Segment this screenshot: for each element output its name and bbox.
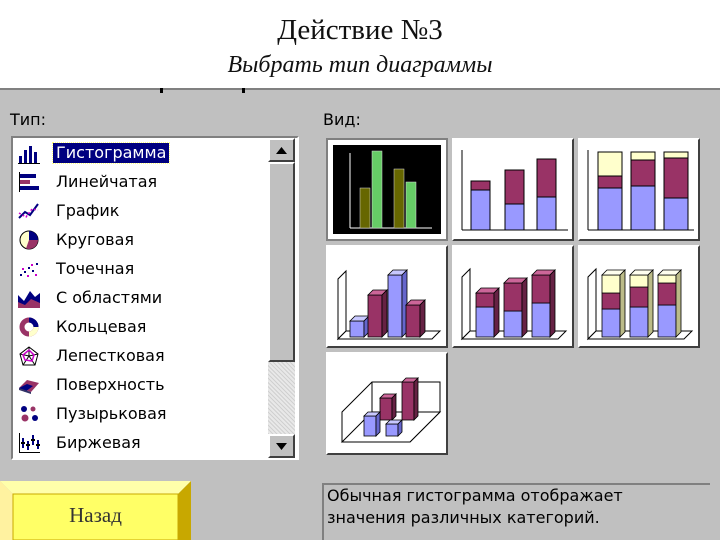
3d-stacked-column-thumbnail: [460, 267, 568, 341]
stacked-column-thumbnail: [461, 150, 568, 231]
pie-chart-icon: [15, 228, 43, 252]
list-item-label: Поверхность: [56, 374, 165, 394]
list-item-label: Биржевая: [56, 432, 141, 452]
list-item-pie[interactable]: Круговая: [13, 225, 269, 254]
list-item-doughnut[interactable]: Кольцевая: [13, 312, 269, 341]
chart-type-listbox[interactable]: Гистограмма Линейчатая График Круговая Т…: [11, 136, 299, 460]
subtype-stacked-column[interactable]: [452, 138, 574, 241]
list-item-histogram[interactable]: Гистограмма: [13, 138, 269, 167]
list-item-label: Кольцевая: [56, 316, 147, 336]
subtype-3d-stacked-column[interactable]: [452, 245, 574, 348]
scatter-chart-icon: [15, 257, 43, 281]
subtype-3d-column[interactable]: [326, 352, 448, 455]
list-item-label: Точечная: [56, 258, 135, 278]
list-item-label: Лепестковая: [56, 345, 165, 365]
list-item-bar[interactable]: Линейчатая: [13, 167, 269, 196]
3d-column-thumbnail: [340, 377, 442, 443]
back-button[interactable]: Назад: [0, 481, 191, 540]
list-item-surface[interactable]: Поверхность: [13, 370, 269, 399]
area-chart-icon: [15, 286, 43, 310]
line-chart-icon: [15, 199, 43, 223]
list-item-stock[interactable]: Биржевая: [13, 428, 269, 457]
list-item-label: График: [56, 200, 120, 220]
list-item-label: Линейчатая: [56, 171, 158, 191]
column-chart-icon: [15, 141, 43, 165]
list-item-area[interactable]: С областями: [13, 283, 269, 312]
dialog-top-divider: [0, 88, 720, 90]
list-item-line[interactable]: График: [13, 196, 269, 225]
list-item-radar[interactable]: Лепестковая: [13, 341, 269, 370]
subtype-3d-100-percent-stacked-column[interactable]: [578, 245, 700, 348]
arrow-down-icon: [276, 442, 287, 450]
clustered-column-thumbnail: [333, 145, 441, 234]
list-item-bubble[interactable]: Пузырьковая: [13, 399, 269, 428]
stock-chart-icon: [15, 431, 43, 455]
subtype-description-box: Обычная гистограмма отображает значения …: [322, 483, 710, 540]
divider-tick: [242, 88, 245, 93]
scroll-thumb[interactable]: [268, 162, 295, 362]
chart-subtype-label: Вид:: [323, 110, 361, 129]
subtype-clustered-column[interactable]: [326, 138, 448, 241]
list-item-label: Круговая: [56, 229, 135, 249]
3d-percent-stacked-column-thumbnail: [586, 267, 694, 341]
scroll-up-button[interactable]: [268, 138, 295, 162]
list-item-label: Пузырьковая: [56, 403, 167, 423]
scroll-down-button[interactable]: [268, 434, 295, 458]
list-scrollbar[interactable]: [268, 138, 297, 458]
arrow-up-icon: [276, 146, 287, 154]
slide-subtitle: Выбрать тип диаграммы: [227, 52, 493, 78]
back-button-label: Назад: [69, 503, 122, 527]
subtype-description: Обычная гистограмма отображает значения …: [327, 486, 623, 527]
subtype-3d-clustered-column[interactable]: [326, 245, 448, 348]
list-item-scatter[interactable]: Точечная: [13, 254, 269, 283]
bar-chart-icon: [15, 170, 43, 194]
divider-tick: [160, 88, 163, 93]
chart-type-label: Тип:: [10, 110, 47, 129]
surface-chart-icon: [15, 373, 43, 397]
doughnut-chart-icon: [15, 315, 43, 339]
radar-chart-icon: [15, 344, 43, 368]
bubble-chart-icon: [15, 402, 43, 426]
list-item-label: С областями: [56, 287, 163, 307]
subtype-100-percent-stacked-column[interactable]: [578, 138, 700, 241]
list-item-label: Гистограмма: [51, 141, 171, 164]
3d-clustered-column-thumbnail: [336, 269, 442, 341]
slide-title: Действие №3: [277, 14, 443, 46]
percent-stacked-column-thumbnail: [587, 150, 694, 231]
